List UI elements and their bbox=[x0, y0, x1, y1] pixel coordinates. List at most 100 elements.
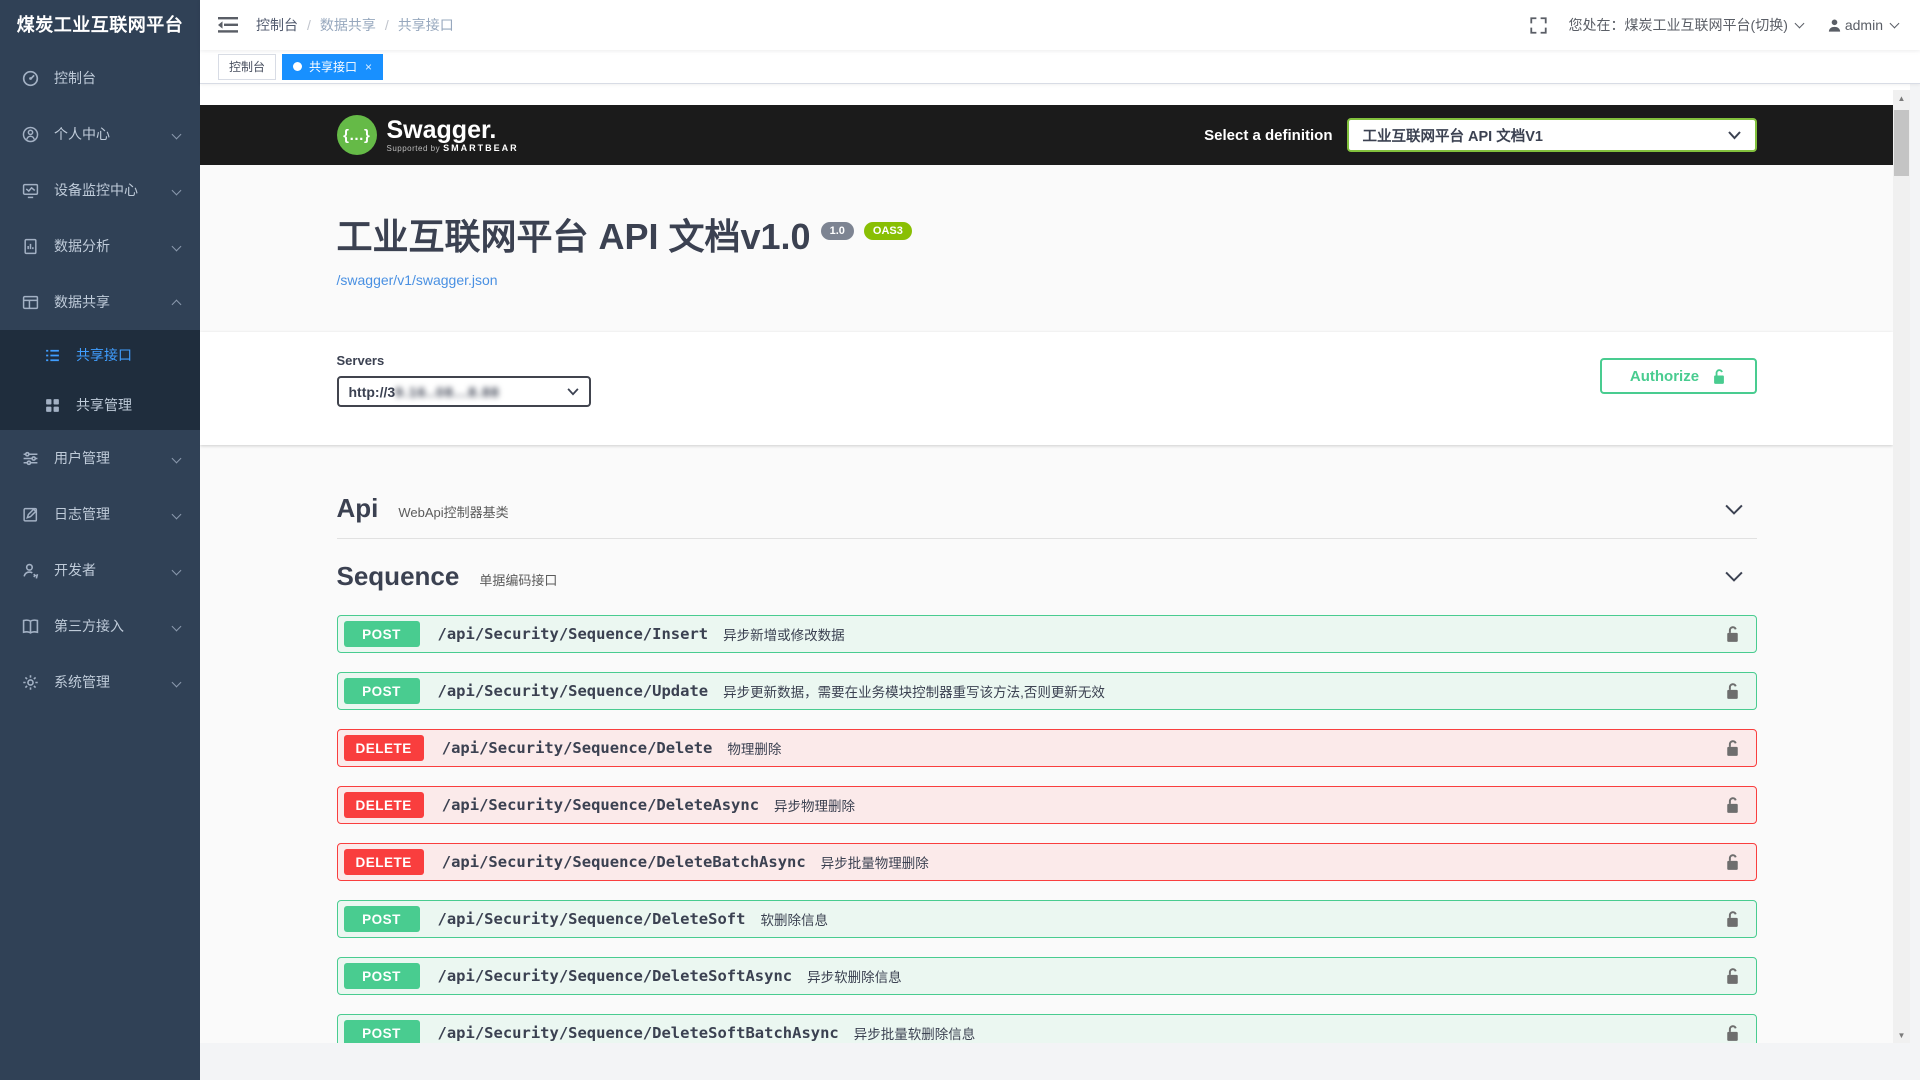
chevron-down-icon bbox=[567, 388, 579, 396]
opblock-delete[interactable]: DELETE/api/Security/Sequence/DeleteBatch… bbox=[337, 843, 1757, 881]
breadcrumb: 控制台/数据共享/共享接口 bbox=[256, 15, 454, 35]
swagger-info-section: 工业互联网平台 API 文档v1.0 1.0 OAS3 /swagger/v1/… bbox=[200, 165, 1893, 332]
spec-json-link[interactable]: /swagger/v1/swagger.json bbox=[337, 272, 498, 288]
window-grid-icon bbox=[22, 293, 40, 311]
opblock-post[interactable]: POST/api/Security/Sequence/DeleteSoft软删除… bbox=[337, 900, 1757, 938]
section-name: Api bbox=[337, 493, 379, 524]
operation-path[interactable]: /api/Security/Sequence/Update bbox=[438, 682, 709, 700]
operation-path[interactable]: /api/Security/Sequence/DeleteSoftAsync bbox=[438, 967, 793, 985]
method-badge: DELETE bbox=[344, 792, 424, 818]
swagger-logo-icon: {…} bbox=[337, 115, 377, 155]
method-badge: DELETE bbox=[344, 849, 424, 875]
sidebar-item-profile-center[interactable]: 个人中心 bbox=[0, 106, 200, 162]
sidebar-menu: 控制台个人中心设备监控中心数据分析数据共享共享接口共享管理用户管理日志管理开发者… bbox=[0, 50, 200, 710]
sidebar-item-third-party-access[interactable]: 第三方接入 bbox=[0, 598, 200, 654]
scrollbar-up-arrow[interactable]: ▲ bbox=[1893, 90, 1910, 106]
unlock-icon[interactable] bbox=[1725, 739, 1740, 757]
smartbear-byline: Supported bySMARTBEAR bbox=[387, 143, 519, 153]
sidebar-item-share-management[interactable]: 共享管理 bbox=[0, 380, 200, 430]
user-menu[interactable]: admin bbox=[1827, 17, 1902, 33]
tag-close-icon[interactable]: × bbox=[365, 61, 372, 73]
fullscreen-icon[interactable] bbox=[1530, 17, 1547, 34]
opblock-delete[interactable]: DELETE/api/Security/Sequence/Delete物理删除 bbox=[337, 729, 1757, 767]
method-badge: POST bbox=[344, 963, 420, 989]
method-badge: POST bbox=[344, 621, 420, 647]
opblock-post[interactable]: POST/api/Security/Sequence/DeleteSoftAsy… bbox=[337, 957, 1757, 995]
opblock-post[interactable]: POST/api/Security/Sequence/Insert异步新增或修改… bbox=[337, 615, 1757, 653]
opblock-post[interactable]: POST/api/Security/Sequence/DeleteSoftBat… bbox=[337, 1014, 1757, 1043]
unlock-icon[interactable] bbox=[1725, 967, 1740, 985]
scrollbar-thumb[interactable] bbox=[1894, 110, 1909, 176]
sidebar-item-label: 数据共享 bbox=[54, 292, 173, 312]
section-header-api[interactable]: ApiWebApi控制器基类 bbox=[337, 479, 1757, 539]
top-gap bbox=[200, 84, 1893, 105]
operation-path[interactable]: /api/Security/Sequence/Insert bbox=[438, 625, 709, 643]
opblock-delete[interactable]: DELETE/api/Security/Sequence/DeleteAsync… bbox=[337, 786, 1757, 824]
definition-select[interactable]: 工业互联网平台 API 文档V1 bbox=[1347, 118, 1757, 152]
chevron-down-icon bbox=[1890, 19, 1900, 29]
opblock-post[interactable]: POST/api/Security/Sequence/Update异步更新数据，… bbox=[337, 672, 1757, 710]
operation-path[interactable]: /api/Security/Sequence/DeleteAsync bbox=[442, 796, 759, 814]
operation-path[interactable]: /api/Security/Sequence/DeleteSoftBatchAs… bbox=[438, 1024, 839, 1042]
scrollbar-down-arrow[interactable]: ▼ bbox=[1893, 1027, 1910, 1043]
sidebar-submenu-data-share: 共享接口共享管理 bbox=[0, 330, 200, 430]
unlock-icon[interactable] bbox=[1725, 1024, 1740, 1042]
api-sections: ApiWebApi控制器基类 Sequence单据编码接口 POST/api/Sec… bbox=[337, 445, 1757, 1043]
book-icon bbox=[22, 617, 40, 635]
operation-summary: 异步物理删除 bbox=[774, 795, 855, 815]
sidebar-fold-icon[interactable] bbox=[218, 16, 238, 34]
chevron-down-icon bbox=[1794, 19, 1804, 29]
sidebar-item-system-management[interactable]: 系统管理 bbox=[0, 654, 200, 710]
app-title: 煤炭工业互联网平台 bbox=[0, 0, 200, 50]
sidebar-item-label: 共享管理 bbox=[76, 395, 184, 415]
chart-doc-icon bbox=[22, 237, 40, 255]
section-header-sequence[interactable]: Sequence单据编码接口 bbox=[337, 546, 1757, 606]
user-name: admin bbox=[1845, 17, 1883, 33]
unlock-icon[interactable] bbox=[1725, 853, 1740, 871]
list-icon bbox=[44, 346, 62, 364]
sidebar-item-log-management[interactable]: 日志管理 bbox=[0, 486, 200, 542]
unlock-icon[interactable] bbox=[1725, 682, 1740, 700]
server-select[interactable]: http://39.16..08...8.88 bbox=[337, 376, 591, 407]
breadcrumb-separator: / bbox=[385, 17, 389, 33]
unlock-icon[interactable] bbox=[1725, 796, 1740, 814]
operation-path[interactable]: /api/Security/Sequence/DeleteBatchAsync bbox=[442, 853, 806, 871]
operations-list: POST/api/Security/Sequence/Insert异步新增或修改… bbox=[337, 615, 1757, 1043]
unlock-icon[interactable] bbox=[1725, 625, 1740, 643]
sidebar: 煤炭工业互联网平台 控制台个人中心设备监控中心数据分析数据共享共享接口共享管理用… bbox=[0, 0, 200, 1080]
sidebar-item-user-management[interactable]: 用户管理 bbox=[0, 430, 200, 486]
operation-summary: 异步批量软删除信息 bbox=[854, 1023, 976, 1043]
content-scrollbar[interactable]: ▲ ▼ bbox=[1893, 90, 1910, 1043]
sidebar-item-label: 用户管理 bbox=[54, 448, 173, 468]
chevron-down-icon bbox=[172, 677, 182, 687]
definition-select-value: 工业互联网平台 API 文档V1 bbox=[1363, 125, 1543, 146]
chevron-up-icon bbox=[172, 300, 182, 310]
sidebar-item-label: 日志管理 bbox=[54, 504, 173, 524]
breadcrumb-item[interactable]: 共享接口 bbox=[398, 15, 454, 35]
section-chevron-down-icon[interactable] bbox=[1723, 565, 1745, 587]
sidebar-item-share-api[interactable]: 共享接口 bbox=[0, 330, 200, 380]
sidebar-item-dashboard[interactable]: 控制台 bbox=[0, 50, 200, 106]
chevron-down-icon bbox=[172, 565, 182, 575]
sidebar-item-data-analysis[interactable]: 数据分析 bbox=[0, 218, 200, 274]
breadcrumb-item[interactable]: 数据共享 bbox=[320, 15, 376, 35]
sidebar-item-developer[interactable]: 开发者 bbox=[0, 542, 200, 598]
operation-path[interactable]: /api/Security/Sequence/DeleteSoft bbox=[438, 910, 746, 928]
tag-view-item[interactable]: 控制台 bbox=[218, 54, 276, 80]
chevron-down-icon bbox=[172, 129, 182, 139]
sidebar-item-data-share[interactable]: 数据共享 bbox=[0, 274, 200, 330]
platform-switcher[interactable]: 您处在：煤炭工业互联网平台(切换) bbox=[1569, 15, 1807, 35]
developer-icon bbox=[22, 561, 40, 579]
operation-path[interactable]: /api/Security/Sequence/Delete bbox=[442, 739, 713, 757]
user-icon bbox=[22, 125, 40, 143]
authorize-button[interactable]: Authorize bbox=[1600, 358, 1757, 394]
chevron-down-icon bbox=[172, 509, 182, 519]
tag-view-active[interactable]: 共享接口× bbox=[282, 54, 383, 80]
section-chevron-down-icon[interactable] bbox=[1723, 498, 1745, 520]
operation-summary: 物理删除 bbox=[727, 738, 781, 758]
swagger-logo[interactable]: {…} Swagger. Supported bySMARTBEAR bbox=[337, 115, 519, 155]
breadcrumb-item[interactable]: 控制台 bbox=[256, 15, 298, 35]
unlock-icon[interactable] bbox=[1725, 910, 1740, 928]
sidebar-item-label: 第三方接入 bbox=[54, 616, 173, 636]
sidebar-item-device-monitor-center[interactable]: 设备监控中心 bbox=[0, 162, 200, 218]
